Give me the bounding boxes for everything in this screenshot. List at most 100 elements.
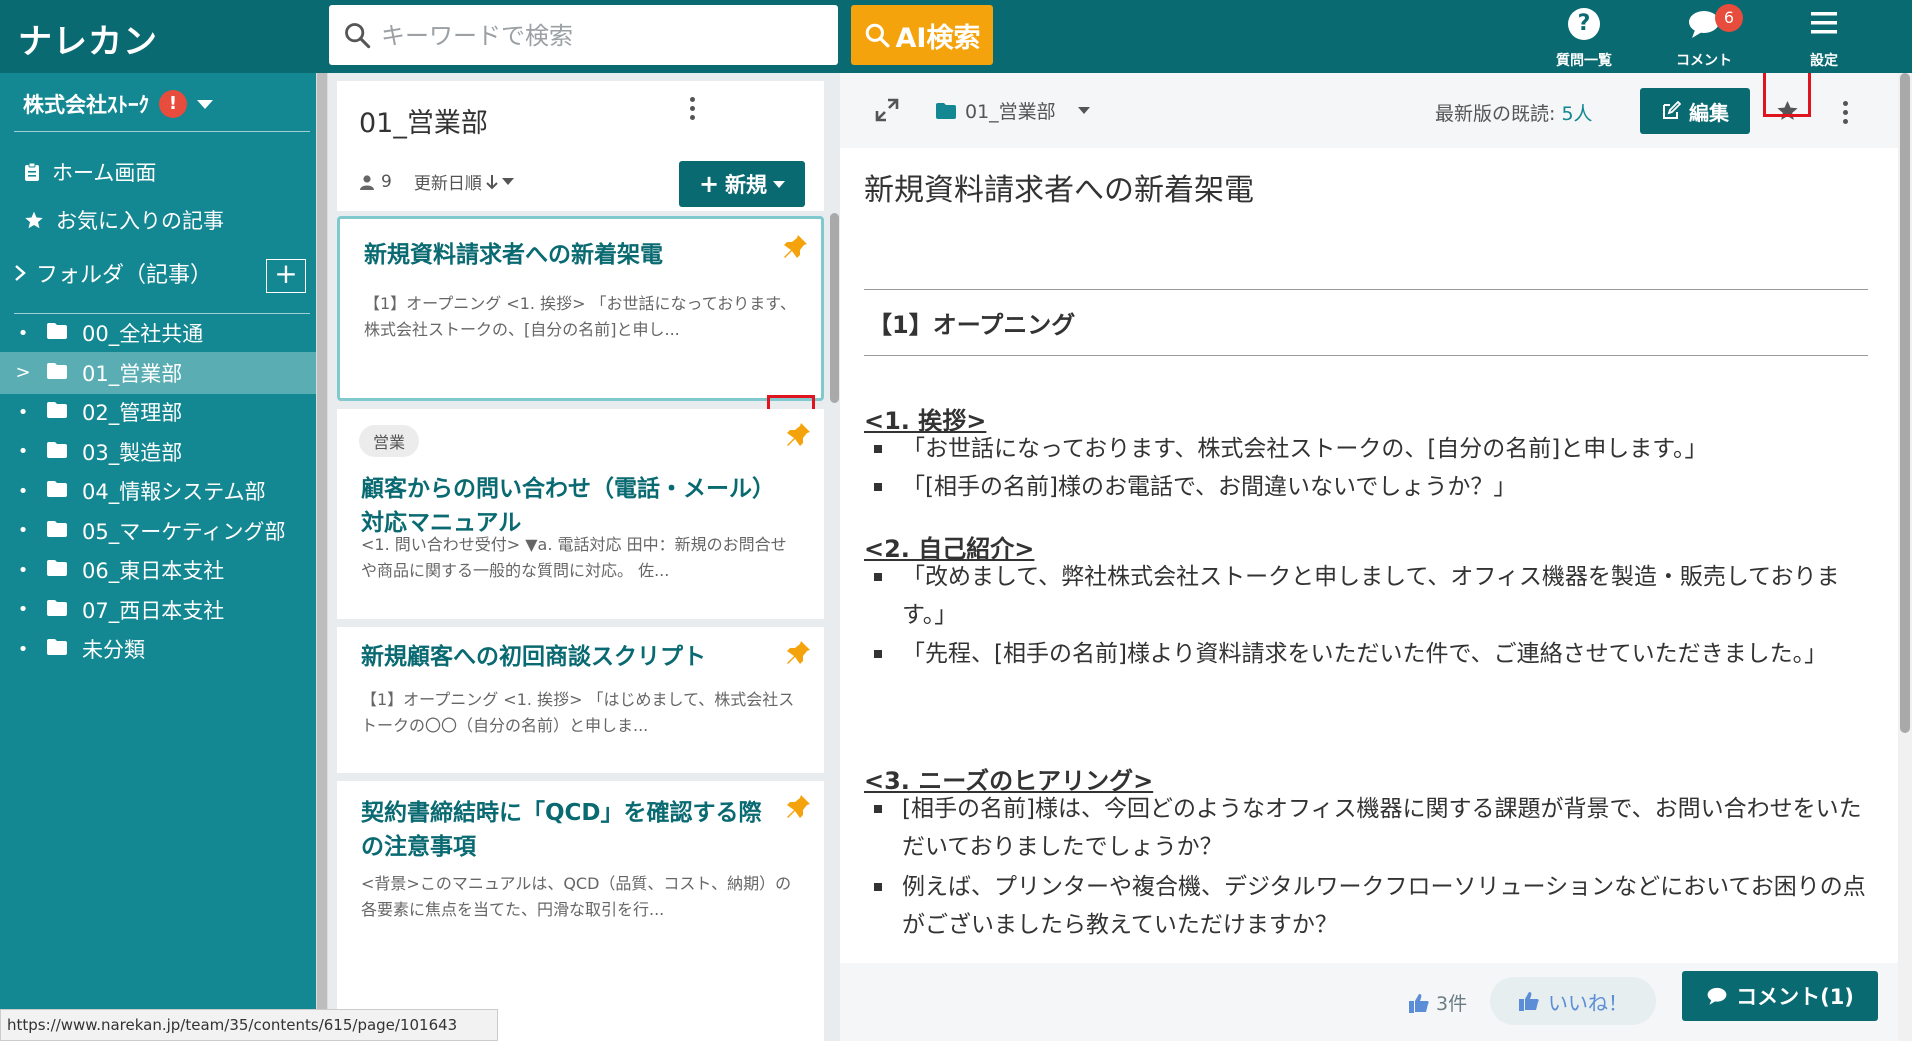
- company-name: 株式会社ｽﾄｰｸ: [23, 93, 149, 117]
- favorites-label: お気に入りの記事: [56, 209, 224, 233]
- sidebar: 株式会社ｽﾄｰｸ ! ホーム画面 お気に入りの記事 フォルダ（記事） + • 00…: [0, 73, 316, 1041]
- folder-icon: [46, 637, 68, 661]
- article-title[interactable]: 新規資料請求者への新着架電: [364, 238, 771, 272]
- folder-icon: [46, 479, 68, 503]
- settings-nav[interactable]: 設定: [1769, 4, 1879, 70]
- article-pane: 01_営業部 最新版の既読: 5人 編集 新規資料請求者への新着架電 【1】オー…: [840, 73, 1912, 1041]
- list-meta: 9 更新日順: [359, 169, 514, 194]
- company-switcher[interactable]: 株式会社ｽﾄｰｸ !: [23, 89, 213, 119]
- folder-icon: [46, 519, 68, 543]
- app-logo[interactable]: ナレカン: [18, 14, 158, 63]
- article-title[interactable]: 新規顧客への初回商談スクリプト: [361, 640, 774, 674]
- arrow-down-icon: [486, 174, 498, 189]
- bullet-icon: •: [17, 520, 29, 541]
- sidebar-folder[interactable]: • 07_西日本支社: [0, 589, 316, 631]
- edit-icon: [1663, 101, 1681, 119]
- section-heading: 【1】オープニング: [868, 311, 1076, 339]
- sidebar-folder[interactable]: • 04_情報システム部: [0, 470, 316, 512]
- list-item: [相手の名前]様は、今回どのようなオフィス機器に関する課題が背景で、お問い合わせ…: [864, 790, 1874, 866]
- sidebar-folder[interactable]: • 00_全社共通: [0, 312, 316, 354]
- bullet-icon: •: [17, 480, 29, 502]
- article-excerpt: 【1】オープニング <1. 挨拶> 「はじめまして、株式会社ストークの〇〇（自分…: [361, 690, 795, 735]
- comment-icon: [1707, 987, 1727, 1005]
- divider: [864, 289, 1868, 290]
- folder-icon: [46, 558, 68, 582]
- chevron-down-icon: [773, 180, 786, 188]
- sidebar-folder[interactable]: >01_営業部: [0, 351, 316, 394]
- folder-icon: [936, 102, 956, 119]
- folder-breadcrumb[interactable]: 01_営業部: [935, 97, 1090, 124]
- comment-label: コメント(1): [1736, 985, 1854, 1009]
- article-card[interactable]: 新規資料請求者への新着架電【1】オープニング <1. 挨拶> 「お世話になってお…: [337, 216, 824, 445]
- reads-value[interactable]: 5人: [1561, 103, 1592, 125]
- home-label: ホーム画面: [52, 161, 157, 185]
- article-card[interactable]: 新規顧客への初回商談スクリプト【1】オープニング <1. 挨拶> 「はじめまして…: [337, 627, 824, 834]
- comments-nav[interactable]: 6 コメント: [1649, 4, 1759, 70]
- new-article-button[interactable]: + 新規: [679, 161, 805, 207]
- like-button[interactable]: いいね！: [1490, 977, 1656, 1025]
- sidebar-folder[interactable]: • 未分類: [0, 628, 316, 670]
- article-scrollbar[interactable]: [1898, 73, 1912, 1041]
- member-count: 9: [381, 171, 392, 192]
- questions-nav[interactable]: ? 質問一覧: [1529, 4, 1639, 70]
- bullet-text: [相手の名前]様は、今回どのようなオフィス機器に関する課題が背景で、お問い合わせ…: [902, 796, 1862, 860]
- article-excerpt: <背景>このマニュアルは、QCD（品質、コスト、納期）の各要素に焦点を当てた、円…: [361, 874, 792, 919]
- sidebar-folder[interactable]: • 03_製造部: [0, 431, 316, 473]
- favorites-link[interactable]: お気に入りの記事: [24, 205, 224, 235]
- edit-button[interactable]: 編集: [1640, 88, 1750, 134]
- sidebar-folder[interactable]: • 06_東日本支社: [0, 549, 316, 591]
- article-list-pane: 01_営業部 9 更新日順 + 新規 新規資料請求者への新着架電【1】オープニン…: [328, 73, 840, 1041]
- bullet-icon: •: [17, 401, 29, 423]
- sidebar-scrollbar[interactable]: [316, 73, 328, 1041]
- bullet-icon: •: [17, 322, 29, 344]
- divider: [864, 355, 1868, 356]
- new-label: 新規: [725, 173, 768, 197]
- pin-icon: [784, 421, 812, 449]
- comment-button[interactable]: コメント(1): [1682, 971, 1878, 1021]
- bullet-icon: •: [17, 441, 29, 462]
- top-bar: ナレカン AI検索 ? 質問一覧 6 コメント 設定: [0, 0, 1912, 73]
- ai-search-button[interactable]: AI検索: [851, 5, 993, 65]
- folders-label: フォルダ（記事）: [36, 263, 213, 288]
- folder-label: 未分類: [82, 638, 145, 662]
- scrollbar-thumb[interactable]: [317, 73, 327, 1041]
- folder-label: 06_東日本支社: [82, 559, 225, 583]
- article-tag[interactable]: 営業: [359, 425, 420, 457]
- comments-badge: 6: [1715, 4, 1743, 32]
- questions-label: 質問一覧: [1556, 53, 1612, 69]
- scrollbar-thumb[interactable]: [830, 213, 839, 403]
- article-title[interactable]: 顧客からの問い合わせ（電話・メール）対応マニュアル: [361, 472, 774, 540]
- expand-icon[interactable]: [874, 97, 900, 123]
- article-card[interactable]: 契約書締結時に「QCD」を確認する際の注意事項 <背景>このマニュアルは、QCD（…: [337, 781, 824, 1041]
- folder-title: 01_営業部: [359, 108, 488, 139]
- article-card[interactable]: 営業 顧客からの問い合わせ（電話・メール）対応マニュアル <1. 問い合わせ受付> …: [337, 409, 824, 680]
- more-options-icon[interactable]: [690, 97, 696, 124]
- more-options-icon[interactable]: [1843, 101, 1849, 128]
- folders-header[interactable]: フォルダ（記事）: [14, 257, 212, 289]
- menu-icon: [1811, 12, 1837, 34]
- comments-label: コメント: [1676, 53, 1732, 69]
- article-excerpt: 【1】オープニング <1. 挨拶> 「お世話になっております、株式会社ストークの…: [364, 294, 796, 339]
- thumbs-up-icon: [1409, 993, 1429, 1013]
- user-icon: [360, 174, 374, 190]
- breadcrumb-folder: 01_営業部: [965, 101, 1056, 123]
- sort-label: 更新日順: [413, 174, 482, 194]
- list-scrollbar[interactable]: [829, 73, 840, 1041]
- folder-label: 05_マーケティング部: [82, 519, 286, 544]
- sidebar-folder[interactable]: • 05_マーケティング部: [0, 510, 316, 552]
- sidebar-folder[interactable]: • 02_管理部: [0, 391, 316, 433]
- bullet-icon: •: [17, 559, 29, 581]
- bullet-text: 「お世話になっております、株式会社ストークの、[自分の名前]と申します。」: [902, 436, 1708, 462]
- scrollbar-thumb[interactable]: [1900, 73, 1910, 733]
- home-link[interactable]: ホーム画面: [24, 157, 156, 187]
- search-box[interactable]: [329, 5, 838, 65]
- sort-selector[interactable]: 更新日順: [414, 169, 514, 194]
- article-toolbar: 01_営業部 最新版の既読: 5人 編集: [840, 73, 1912, 148]
- like-count[interactable]: 3件: [1408, 989, 1467, 1016]
- search-icon: [865, 23, 889, 48]
- add-folder-button[interactable]: +: [266, 259, 306, 293]
- pin-icon: [784, 793, 812, 821]
- search-icon: [345, 23, 371, 49]
- article-title[interactable]: 契約書締結時に「QCD」を確認する際の注意事項: [361, 796, 774, 864]
- search-input[interactable]: [379, 13, 823, 59]
